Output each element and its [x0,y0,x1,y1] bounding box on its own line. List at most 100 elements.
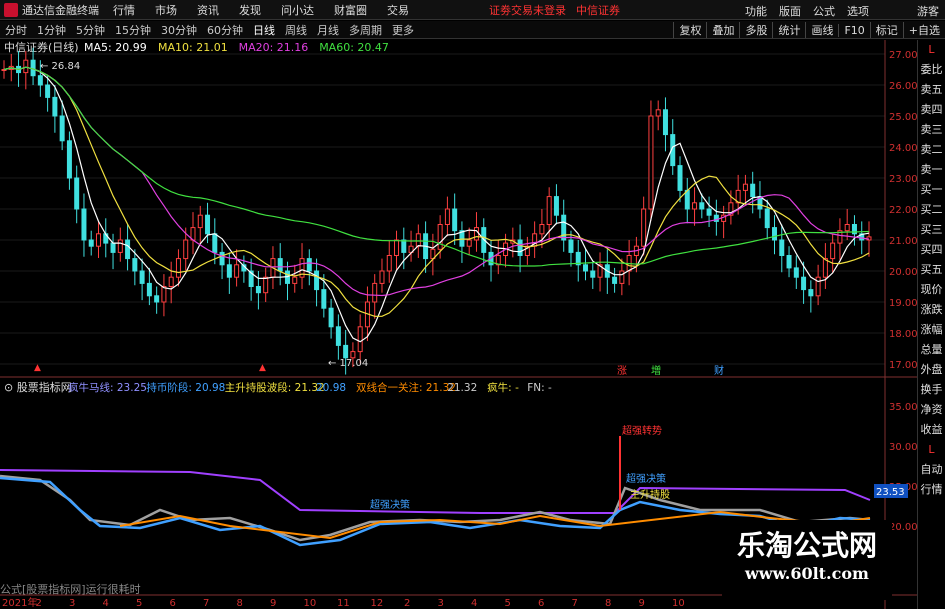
right-tab-11[interactable]: 买五 [918,260,945,280]
candle-body [466,239,472,247]
right-tab-6[interactable]: 卖一 [918,160,945,180]
x-tick-label: 5 [505,598,511,609]
guest-button[interactable]: 游客 [917,3,939,19]
right-tab-5[interactable]: 卖二 [918,140,945,160]
candle-body [81,208,87,241]
right-tab-18[interactable]: 净资 [918,400,945,420]
candle-body [357,326,363,353]
menu-item-1[interactable]: 市场 [155,2,177,18]
menu-item-5[interactable]: 财富圈 [334,2,367,18]
event-marker-0[interactable]: 涨 [617,365,627,377]
right-tab-17[interactable]: 换手 [918,380,945,400]
candle-body [132,258,138,272]
top-menu-3[interactable]: 选项 [847,3,869,19]
candle-body [183,239,189,260]
period-tab-8[interactable]: 月线 [317,22,339,38]
candle-body [30,59,36,77]
right-tab-19[interactable]: 收益 [918,420,945,440]
period-tab-0[interactable]: 分时 [5,22,27,38]
menu-item-0[interactable]: 行情 [113,2,135,18]
y-tick-label: 26.00 [889,81,918,92]
broker-name[interactable]: 中信证券 [576,2,620,18]
menu-item-2[interactable]: 资讯 [197,2,219,18]
right-tab-8[interactable]: 买二 [918,200,945,220]
tool-button-1[interactable]: 叠加 [706,22,739,38]
candle-body [161,286,167,303]
right-tab-22[interactable]: 行情 [918,480,945,500]
top-menu-2[interactable]: 公式 [813,3,835,19]
tool-button-6[interactable]: 标记 [869,22,903,38]
right-tab-21[interactable]: 自动 [918,460,945,480]
period-tab-4[interactable]: 30分钟 [161,22,197,38]
ma-legend-2: MA20: 21.16 [239,41,309,54]
candle-body [830,242,836,260]
right-tab-3[interactable]: 卖四 [918,100,945,120]
annotation-hold[interactable]: 主升持股 [630,488,670,501]
indicator-item-1: 持币阶段: 20.98 [146,381,225,394]
event-marker-early[interactable]: ▲ [34,363,41,373]
candle-body [590,270,596,278]
annotation-strong-turn[interactable]: 超强转势 [622,424,662,437]
menu-item-3[interactable]: 发现 [239,2,261,18]
candle-body [568,239,574,253]
top-menu-1[interactable]: 版面 [779,3,801,19]
annotation-decision-2[interactable]: 超强决策 [626,472,666,485]
indicator-item-4: 双线合一关注: 21.32 [356,381,456,394]
right-tab-10[interactable]: 买四 [918,240,945,260]
menu-item-4[interactable]: 问小达 [281,2,314,18]
x-tick-label: 9 [270,598,276,609]
candle-body [154,295,160,303]
candle-body [444,208,450,225]
ma-legend-0: MA5: 20.99 [84,41,147,54]
candle-body [764,208,770,229]
right-tab-2[interactable]: 卖五 [918,80,945,100]
period-tab-7[interactable]: 周线 [285,22,307,38]
event-marker-mid[interactable]: ▲ [259,363,266,373]
period-tab-1[interactable]: 1分钟 [37,22,66,38]
annotation-decision-1[interactable]: 超强决策 [370,498,410,511]
x-tick-label: 12 [371,598,384,609]
right-tab-12[interactable]: 现价 [918,280,945,300]
right-tab-4[interactable]: 卖三 [918,120,945,140]
period-tab-9[interactable]: 多周期 [349,22,382,38]
candle-body [394,239,400,256]
period-tab-6[interactable]: 日线 [253,22,275,38]
main-menu: 行情 市场 资讯 发现 问小达 财富圈 交易 [113,2,429,18]
right-tab-0[interactable]: L [918,40,945,60]
login-notice[interactable]: 证劵交易未登录 [489,2,566,18]
menu-item-6[interactable]: 交易 [387,2,409,18]
right-tab-1[interactable]: 委比 [918,60,945,80]
right-tab-20[interactable]: L [918,440,945,460]
candle-body [379,270,385,284]
candle-body [335,326,341,346]
tool-button-4[interactable]: 画线 [805,22,838,38]
y-tick-label: 27.00 [889,50,918,61]
right-tab-14[interactable]: 涨幅 [918,320,945,340]
right-tab-9[interactable]: 买三 [918,220,945,240]
tool-button-2[interactable]: 多股 [739,22,772,38]
right-tab-15[interactable]: 总量 [918,340,945,360]
candle-body [306,258,312,272]
tool-button-3[interactable]: 统计 [772,22,805,38]
candle-body [401,239,407,253]
tool-button-7[interactable]: +自选 [902,22,945,38]
chart-title: 中信证券(日线) [4,40,79,54]
tool-button-5[interactable]: F10 [838,23,869,37]
candle-body [45,84,51,98]
y-tick-label: 25.00 [889,112,918,123]
tool-button-0[interactable]: 复权 [673,22,706,38]
indicator-name[interactable]: ⊙ 股票指标网 [4,380,72,394]
period-tab-10[interactable]: 更多 [392,22,414,38]
right-tab-16[interactable]: 外盘 [918,360,945,380]
period-tab-5[interactable]: 60分钟 [207,22,243,38]
right-tab-7[interactable]: 买一 [918,180,945,200]
right-tab-13[interactable]: 涨跌 [918,300,945,320]
event-marker-2[interactable]: 财 [714,364,724,377]
candle-body [786,255,792,269]
candle-body [277,258,283,272]
event-marker-1[interactable]: 増 [651,364,661,377]
period-tab-2[interactable]: 5分钟 [76,22,105,38]
top-menu-0[interactable]: 功能 [745,3,767,19]
app-logo-icon [4,2,18,17]
period-tab-3[interactable]: 15分钟 [115,22,151,38]
